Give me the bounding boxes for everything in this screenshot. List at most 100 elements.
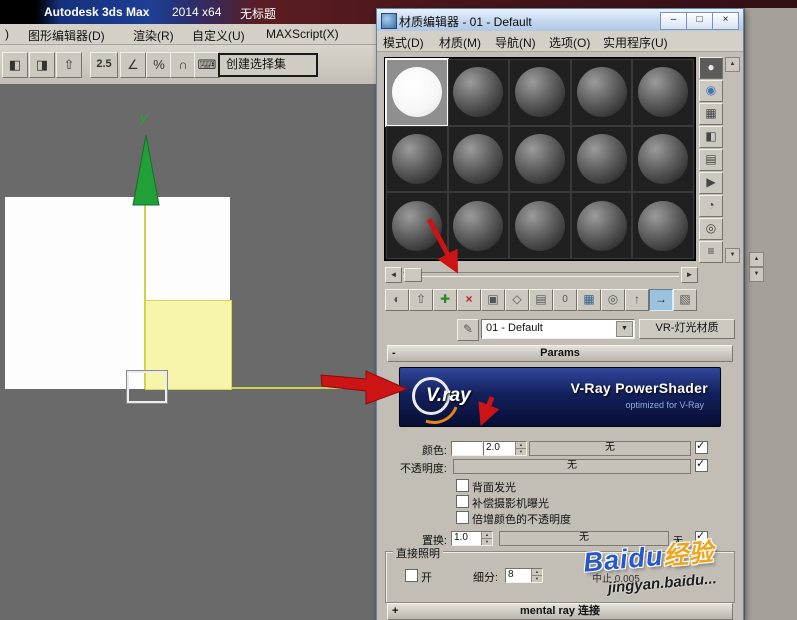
make-copy-icon[interactable]: ▣ xyxy=(481,289,505,311)
material-sample-slot[interactable] xyxy=(570,192,633,259)
menu-item-rendering[interactable]: 渲染(R) xyxy=(133,27,174,44)
put-to-scene-icon[interactable]: ⇧ xyxy=(409,289,433,311)
displacement-map-checkbox[interactable]: ✓ xyxy=(695,530,708,544)
slots-scroll-right-icon[interactable]: ► xyxy=(681,267,698,283)
menu-item-maxscript[interactable]: MAXScript(X) xyxy=(266,27,339,41)
put-to-library-icon[interactable]: ▤ xyxy=(529,289,553,311)
opacity-map-checkbox[interactable]: ✓ xyxy=(695,458,708,472)
subdivs-spinner[interactable]: 8 ▲ ▼ xyxy=(505,568,543,583)
multiply-color-opacity-checkbox[interactable]: ✓ xyxy=(456,511,469,524)
make-unique-icon[interactable]: ◇ xyxy=(505,289,529,311)
spinner-down-icon[interactable]: ▼ xyxy=(481,539,492,545)
mirror-icon[interactable]: ◧ xyxy=(2,52,28,78)
sample-uv-tiling-icon[interactable]: ◧ xyxy=(699,126,723,148)
material-map-navigator-icon[interactable]: ≡ xyxy=(699,241,723,263)
assign-to-selection-icon[interactable]: ✚ xyxy=(433,289,457,311)
menu-item-graph-editors[interactable]: 图形编辑器(D) xyxy=(28,27,105,44)
reset-map-icon[interactable]: × xyxy=(457,289,481,311)
rail-scroll-down-icon[interactable]: ▼ xyxy=(725,248,740,263)
color-multiplier-spinner[interactable]: 2.0 ▲ ▼ xyxy=(483,441,527,456)
options-icon[interactable]: ◔ xyxy=(699,195,723,217)
spinner-down-icon[interactable]: ▼ xyxy=(531,576,542,582)
backlight-icon[interactable]: ◉ xyxy=(699,80,723,102)
material-editor-titlebar[interactable]: 材质编辑器 - 01 - Default – □ × xyxy=(377,9,743,32)
spinner-up-icon[interactable]: ▲ xyxy=(515,442,526,449)
color-map-checkbox[interactable]: ✓ xyxy=(695,440,708,454)
menu-item-material[interactable]: 材质(M) xyxy=(439,34,481,51)
displacement-none-label: 无 xyxy=(673,536,683,547)
compensate-exposure-checkbox[interactable]: ✓ xyxy=(456,495,469,508)
displacement-value[interactable]: 1.0 xyxy=(454,532,468,543)
go-to-parent-icon[interactable]: ↑ xyxy=(625,289,649,311)
rail-scroll-up-icon[interactable]: ▲ xyxy=(725,57,740,72)
color-swatch[interactable] xyxy=(451,441,483,456)
named-selection-set-combo[interactable]: 创建选择集 xyxy=(218,53,318,77)
material-sample-slot[interactable] xyxy=(632,59,694,126)
make-preview-icon[interactable]: ▶ xyxy=(699,172,723,194)
menu-item-modes[interactable]: 模式(D) xyxy=(383,34,424,51)
go-forward-sibling-icon[interactable]: → xyxy=(649,289,673,311)
sample-type-sphere-icon[interactable]: ● xyxy=(699,57,723,79)
collapse-icon[interactable]: - xyxy=(392,346,396,360)
keyboard-override-icon[interactable]: ⌨ xyxy=(194,52,220,78)
subdivs-value[interactable]: 8 xyxy=(508,569,514,580)
select-by-material-icon[interactable]: ◎ xyxy=(699,218,723,240)
background-icon[interactable]: ▦ xyxy=(699,103,723,125)
color-multiplier-value[interactable]: 2.0 xyxy=(486,442,500,453)
angle-snap-icon[interactable]: ∠ xyxy=(120,52,146,78)
dropdown-arrow-icon[interactable]: ▼ xyxy=(616,321,633,337)
menu-item-customize[interactable]: 自定义(U) xyxy=(192,27,245,44)
displacement-spinner[interactable]: 1.0 ▲ ▼ xyxy=(451,531,493,546)
get-material-icon[interactable]: ◐ xyxy=(385,289,409,311)
material-sample-slot[interactable] xyxy=(447,192,510,259)
material-name-dropdown[interactable]: 01 - Default ▼ xyxy=(481,319,635,339)
slots-scroll-track[interactable] xyxy=(403,272,679,277)
menu-item-utilities[interactable]: 实用程序(U) xyxy=(603,34,668,51)
minimize-button[interactable]: – xyxy=(660,12,687,30)
material-type-button[interactable]: VR-灯光材质 xyxy=(639,319,735,339)
material-sample-slot[interactable] xyxy=(447,125,510,193)
pick-sample-icon[interactable]: ▧ xyxy=(673,289,697,311)
opacity-map-button[interactable]: 无 xyxy=(453,459,691,474)
panel-scroll-down-icon[interactable]: ▼ xyxy=(749,267,764,282)
material-sample-slot[interactable] xyxy=(447,59,510,126)
snap-toggle-button[interactable]: 2.5 xyxy=(90,52,118,78)
align-icon[interactable]: ◨ xyxy=(29,52,55,78)
show-end-result-icon[interactable]: ◎ xyxy=(601,289,625,311)
material-sample-slot[interactable] xyxy=(509,59,571,126)
percent-snap-icon[interactable]: % xyxy=(146,52,172,78)
material-sample-slot[interactable] xyxy=(570,125,633,193)
spinner-up-icon[interactable]: ▲ xyxy=(481,532,492,539)
displacement-map-button[interactable]: 无 xyxy=(499,531,669,546)
close-button[interactable]: × xyxy=(712,12,739,30)
params-rollout[interactable]: - Params xyxy=(387,345,733,362)
mental-ray-rollout[interactable]: + mental ray 连接 xyxy=(387,603,733,620)
color-map-button[interactable]: 无 xyxy=(529,441,691,456)
slots-scroll-thumb[interactable] xyxy=(404,268,422,282)
slots-scroll-left-icon[interactable]: ◄ xyxy=(385,267,402,283)
emit-on-back-side-checkbox[interactable]: ✓ xyxy=(456,479,469,492)
menu-item-cut[interactable]: ) xyxy=(5,27,9,41)
panel-scroll-up-icon[interactable]: ▲ xyxy=(749,252,764,267)
material-sample-slot-selected[interactable] xyxy=(385,58,449,127)
pick-material-eyedropper-icon[interactable]: ✎ xyxy=(457,319,479,341)
material-sample-slot[interactable] xyxy=(386,192,448,259)
material-id-icon[interactable]: 0 xyxy=(553,289,577,311)
menu-item-options[interactable]: 选项(O) xyxy=(549,34,590,51)
material-sample-slot[interactable] xyxy=(386,125,448,193)
show-in-viewport-icon[interactable]: ▦ xyxy=(577,289,601,311)
material-sample-slot[interactable] xyxy=(509,125,571,193)
expand-icon[interactable]: + xyxy=(392,604,398,618)
material-sample-slot[interactable] xyxy=(632,192,694,259)
isolate-icon[interactable]: ⇧ xyxy=(56,52,82,78)
direct-on-checkbox[interactable]: ✓ xyxy=(405,569,418,582)
maximize-button[interactable]: □ xyxy=(686,12,713,30)
spinner-down-icon[interactable]: ▼ xyxy=(515,449,526,455)
menu-item-navigation[interactable]: 导航(N) xyxy=(495,34,536,51)
spinner-snap-icon[interactable]: ∩ xyxy=(170,52,196,78)
material-sample-slot[interactable] xyxy=(570,59,633,126)
spinner-up-icon[interactable]: ▲ xyxy=(531,569,542,576)
video-color-check-icon[interactable]: ▤ xyxy=(699,149,723,171)
material-sample-slot[interactable] xyxy=(509,192,571,259)
material-sample-slot[interactable] xyxy=(632,125,694,193)
